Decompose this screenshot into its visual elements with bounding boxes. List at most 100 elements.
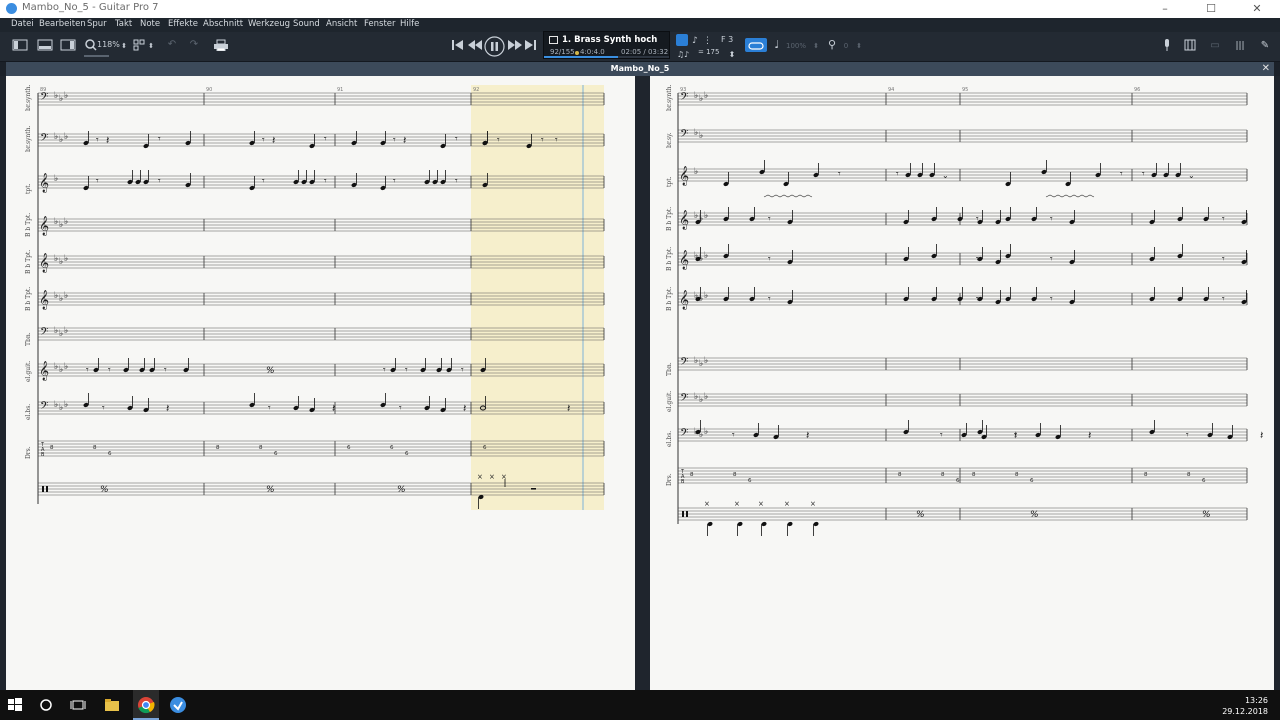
flat-sign: ♭ bbox=[704, 291, 708, 301]
task-view-icon[interactable] bbox=[69, 696, 87, 714]
triplet-feel-icon[interactable]: ♫♪ bbox=[673, 48, 693, 62]
eighth-rest: 𝄾 bbox=[455, 134, 458, 145]
bar-number: 90 bbox=[206, 87, 212, 93]
page-layout-icon[interactable] bbox=[133, 39, 145, 53]
close-document-icon[interactable]: ✕ bbox=[1262, 63, 1270, 74]
windows-start-icon[interactable] bbox=[6, 696, 24, 714]
pan-field[interactable]: 0 bbox=[840, 39, 852, 53]
transpose-icon[interactable]: ⬍ bbox=[728, 48, 736, 62]
zoom-icon[interactable] bbox=[85, 39, 97, 53]
layout-stepper[interactable]: ⬍ bbox=[147, 39, 155, 53]
metronome-icon[interactable] bbox=[676, 34, 688, 46]
track-label: br.sy. bbox=[666, 132, 673, 148]
tab-clef-b: B bbox=[681, 479, 685, 485]
flat-sign: ♭ bbox=[64, 217, 68, 227]
guitar-pro-window: Mambo_No_5 - Guitar Pro 7 – ☐ ✕ Datei Be… bbox=[0, 0, 1280, 720]
panel-left-toggle-icon[interactable] bbox=[12, 39, 28, 53]
bass-clef: 𝄢 bbox=[680, 91, 688, 106]
rewind-icon[interactable] bbox=[467, 39, 483, 53]
eighth-rest: 𝄾 bbox=[555, 135, 558, 146]
menu-abschnitt[interactable]: Abschnitt bbox=[203, 19, 243, 29]
flat-sign: ♭ bbox=[59, 294, 63, 304]
maximize-button[interactable]: ☐ bbox=[1188, 0, 1234, 18]
lcd-display[interactable]: 1. Brass Synth hoch 92/155 4:0:4.0 02:05… bbox=[543, 31, 670, 59]
speed-field[interactable]: 100% bbox=[782, 39, 810, 53]
file-explorer-icon[interactable] bbox=[103, 696, 121, 714]
cymbal-note: × bbox=[784, 500, 790, 508]
menu-fenster[interactable]: Fenster bbox=[364, 19, 396, 29]
eighth-rest: 𝄾 bbox=[399, 403, 402, 414]
flat-sign: ♭ bbox=[59, 329, 63, 339]
eighth-rest: 𝄾 bbox=[393, 176, 396, 187]
go-to-start-icon[interactable] bbox=[451, 39, 465, 53]
loop-button[interactable] bbox=[745, 38, 767, 52]
edit-icon[interactable]: ✎ bbox=[1258, 39, 1272, 53]
eighth-rest: 𝄾 bbox=[393, 135, 396, 146]
zoom-value[interactable]: 118% bbox=[97, 40, 120, 49]
mixer-icon[interactable]: ||| bbox=[1233, 39, 1247, 53]
speed-stepper[interactable]: ⬍ bbox=[812, 39, 820, 53]
eighth-rest: 𝄾 bbox=[158, 134, 161, 145]
flat-sign: ♭ bbox=[54, 132, 58, 142]
pan-stepper[interactable]: ⬍ bbox=[855, 39, 863, 53]
track-label: br.synth. bbox=[25, 84, 32, 111]
track-label: Drs. bbox=[666, 473, 673, 486]
clock-date: 29.12.2018 bbox=[1222, 707, 1268, 716]
half-rest bbox=[531, 488, 536, 490]
amp-icon[interactable]: ▭ bbox=[1208, 39, 1222, 53]
menu-bearbeiten[interactable]: Bearbeiten bbox=[39, 19, 86, 29]
pause-button[interactable] bbox=[484, 36, 505, 57]
menu-spur[interactable]: Spur bbox=[87, 19, 107, 29]
track-label: B b Tpt. bbox=[25, 213, 32, 237]
redo-icon[interactable]: ↷ bbox=[186, 38, 202, 52]
lcd-signature: 4:0:4.0 bbox=[580, 48, 605, 56]
flat-sign: ♭ bbox=[64, 132, 68, 142]
menu-effekte[interactable]: Effekte bbox=[168, 19, 198, 29]
menu-sound[interactable]: Sound bbox=[293, 19, 320, 29]
panel-bottom-toggle-icon[interactable] bbox=[37, 39, 53, 53]
score-page-right[interactable]: 93 94 95 96 br.synth. 𝄢 ♭ ♭ ♭ br.sy. 𝄢 ♭ ♭ tpt. 𝄞 ♭ 𝄾 𝄾 𝄾 ⌄… bbox=[650, 76, 1274, 690]
instrument-view-icon[interactable] bbox=[1184, 39, 1196, 53]
eighth-rest: 𝄾 bbox=[102, 403, 105, 414]
go-to-end-icon[interactable] bbox=[524, 39, 538, 53]
chrome-icon[interactable] bbox=[137, 696, 155, 714]
close-button[interactable]: ✕ bbox=[1234, 0, 1280, 18]
print-icon[interactable] bbox=[213, 39, 229, 53]
menu-ansicht[interactable]: Ansicht bbox=[326, 19, 357, 29]
bar-number: 94 bbox=[888, 87, 894, 93]
search-icon[interactable] bbox=[37, 696, 55, 714]
tuner-icon[interactable]: ⚲ bbox=[826, 38, 838, 52]
system-clock[interactable]: 13:26 29.12.2018 bbox=[1222, 695, 1268, 717]
score-right-svg: 93 94 95 96br.synth. 𝄢 ♭ ♭ ♭br.sy. 𝄢 ♭ ♭tpt. 𝄞 ♭ 𝄾 𝄾𝄾 ⌄… bbox=[666, 84, 1263, 536]
document-tab[interactable]: Mambo_No_5 ✕ bbox=[6, 62, 1274, 76]
countdown-icon[interactable]: ♪ bbox=[690, 34, 700, 48]
zoom-slider[interactable] bbox=[84, 55, 109, 57]
zoom-stepper[interactable]: ⬍ bbox=[120, 39, 128, 53]
microphone-icon[interactable] bbox=[1162, 39, 1172, 53]
bass-clef: 𝄢 bbox=[40, 400, 48, 415]
cymbal-note: × bbox=[477, 473, 483, 481]
panel-right-toggle-icon[interactable] bbox=[60, 39, 76, 53]
menu-note[interactable]: Note bbox=[140, 19, 160, 29]
eighth-rest: 𝄾 bbox=[896, 169, 899, 180]
track-label: el.guit. bbox=[25, 361, 32, 382]
tab-fret-number: 8 bbox=[216, 445, 220, 451]
menu-datei[interactable]: Datei bbox=[11, 19, 34, 29]
menu-hilfe[interactable]: Hilfe bbox=[400, 19, 419, 29]
repeat-bar-sign: % bbox=[1030, 510, 1039, 520]
undo-icon[interactable]: ↶ bbox=[164, 38, 180, 52]
guitar-pro-taskbar-icon[interactable] bbox=[169, 696, 187, 714]
fast-forward-icon[interactable] bbox=[507, 39, 523, 53]
tab-fret-number: 6 bbox=[1030, 478, 1034, 484]
score-page-left[interactable]: 89 90 91 92 br.synth. 𝄢 ♭ ♭ ♭ br.synth. 𝄢 ♭ ♭ ♭ 𝄾 𝄽 𝄾 𝄾 𝄽 𝄾… bbox=[6, 76, 635, 690]
menu-werkzeug[interactable]: Werkzeug bbox=[248, 19, 290, 29]
lcd-menu-icon[interactable]: ⋮ bbox=[703, 34, 712, 48]
flat-sign: ♭ bbox=[694, 392, 698, 402]
eighth-rest: 𝄾 bbox=[1050, 294, 1053, 305]
key-value[interactable]: F 3 bbox=[721, 35, 733, 44]
minimize-button[interactable]: – bbox=[1142, 0, 1188, 18]
tempo-value[interactable]: = 175 bbox=[698, 48, 719, 56]
note-speed-icon[interactable]: ♩ bbox=[772, 38, 782, 52]
flat-sign: ♭ bbox=[54, 254, 58, 264]
menu-takt[interactable]: Takt bbox=[115, 19, 132, 29]
